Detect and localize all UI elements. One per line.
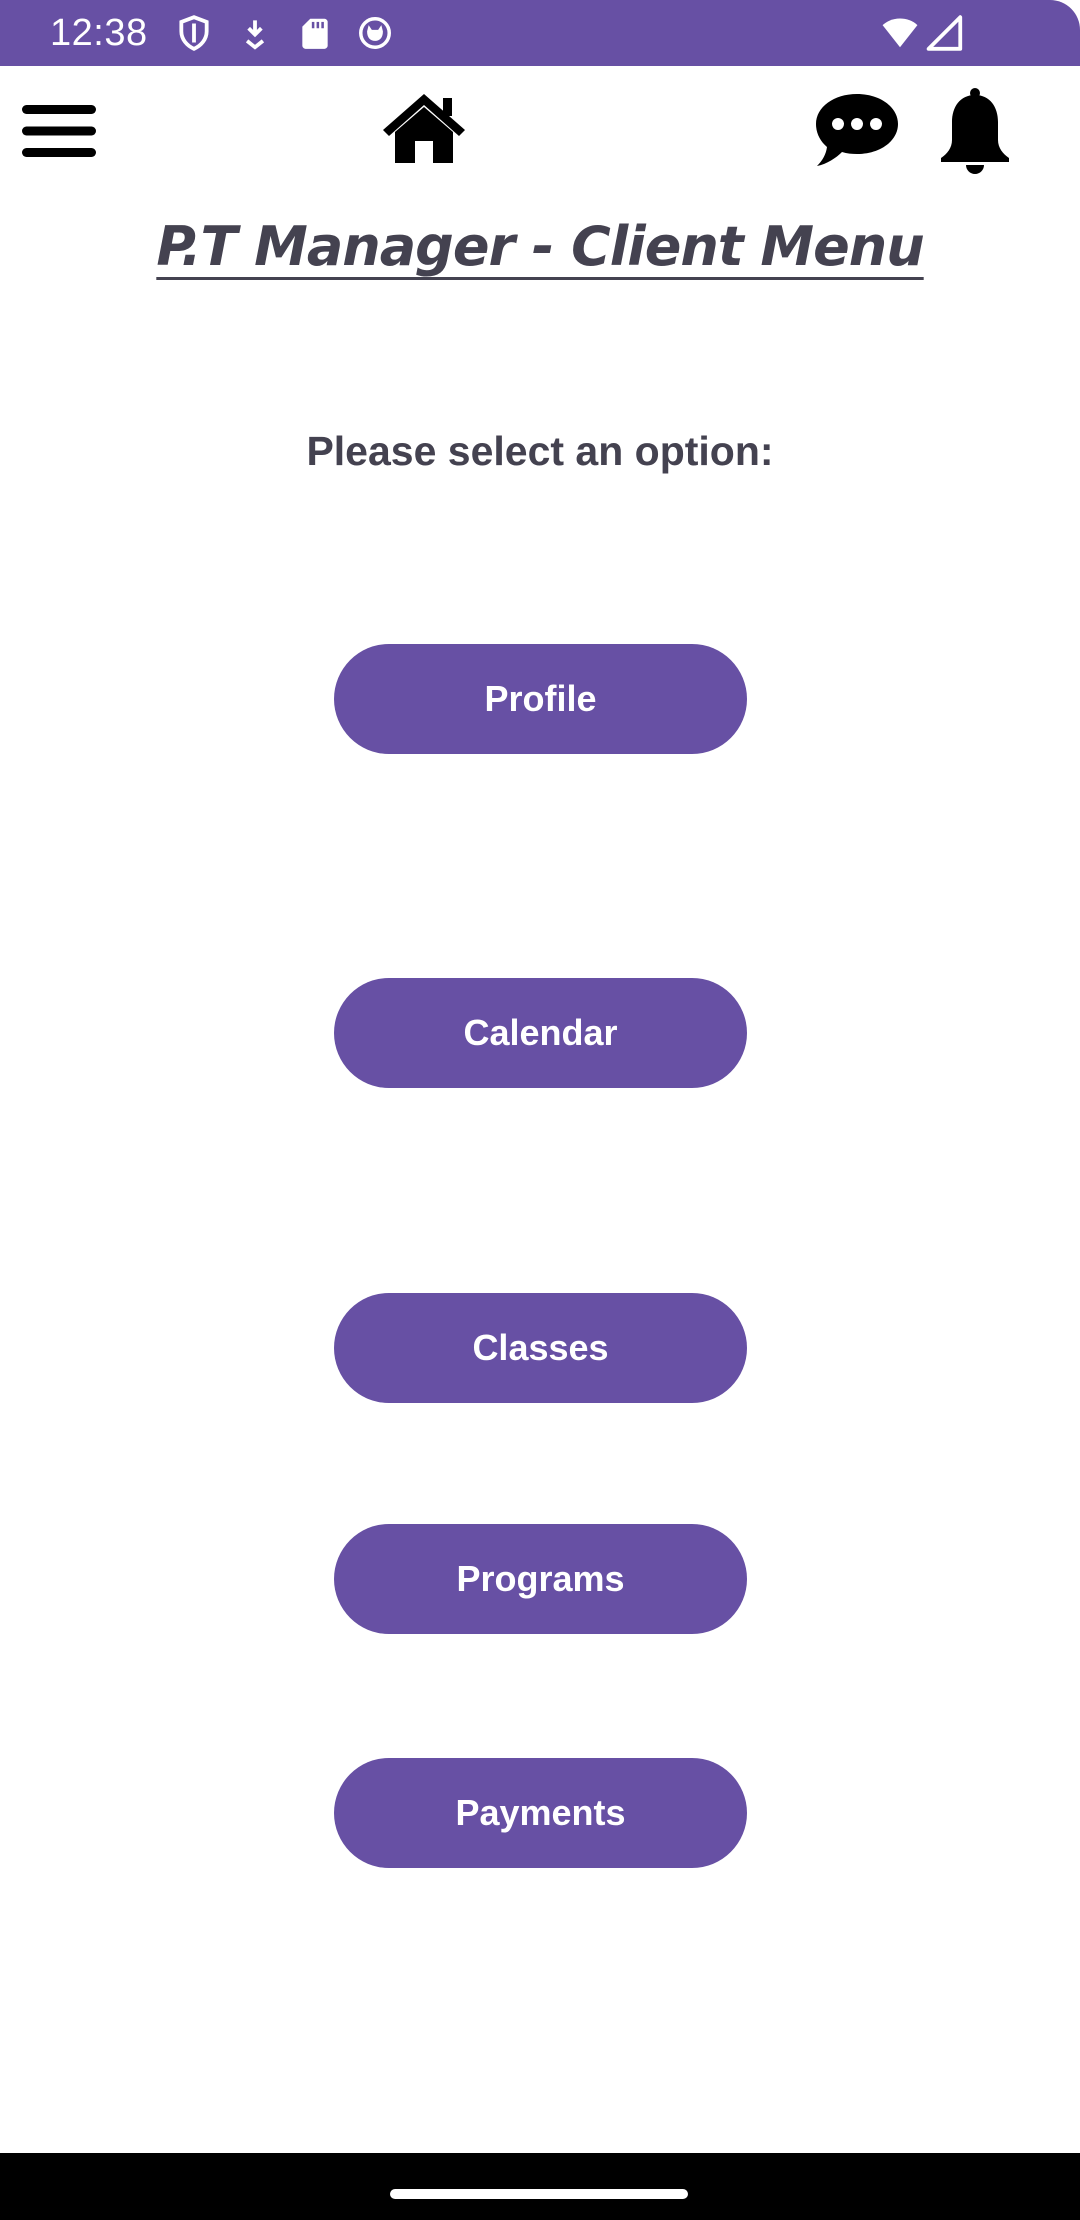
chat-bubble-icon[interactable]: [814, 92, 900, 168]
system-navigation-bar: [0, 2153, 1080, 2220]
profile-button[interactable]: Profile: [334, 644, 747, 754]
payments-button[interactable]: Payments: [334, 1758, 747, 1868]
classes-button[interactable]: Classes: [334, 1293, 747, 1403]
programs-button[interactable]: Programs: [334, 1524, 747, 1634]
sd-card-icon: [296, 14, 334, 52]
status-time: 12:38: [50, 12, 148, 54]
page-title: P.T Manager - Client Menu: [156, 215, 924, 278]
wifi-icon: [878, 14, 922, 52]
calendar-button[interactable]: Calendar: [334, 978, 747, 1088]
select-option-prompt: Please select an option:: [306, 428, 774, 474]
home-icon[interactable]: [381, 92, 467, 164]
bell-icon[interactable]: [940, 88, 1010, 174]
home-gesture-handle[interactable]: [390, 2189, 688, 2199]
app-screen: 12:38 P.T Manager - Client Menu Please s…: [0, 0, 1080, 2220]
cat-face-icon: [356, 14, 394, 52]
hamburger-menu-icon[interactable]: [22, 103, 96, 159]
download-icon: [236, 14, 274, 52]
top-toolbar: [0, 66, 1080, 196]
status-bar: 12:38: [0, 0, 1080, 66]
shield-icon: [175, 14, 213, 52]
cell-signal-icon: [926, 14, 966, 52]
